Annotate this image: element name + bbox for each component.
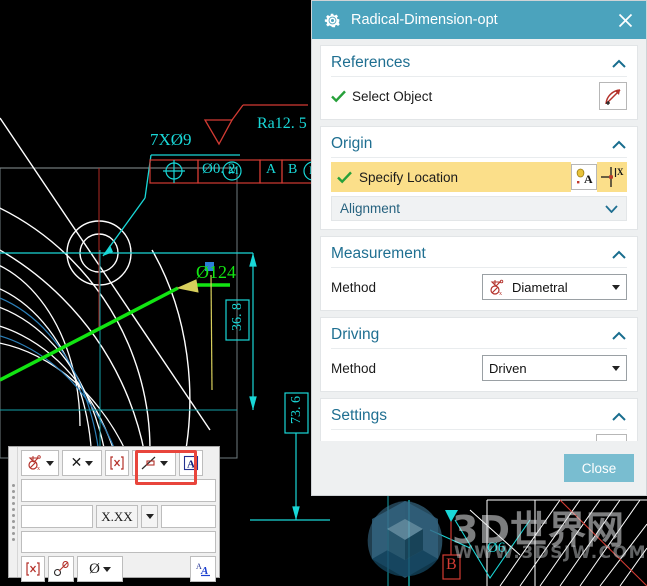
x-glyph: ✕	[70, 455, 83, 471]
close-button[interactable]: Close	[564, 454, 634, 482]
alignment-expander[interactable]: Alignment	[331, 196, 627, 221]
dialog-footer: Close	[312, 441, 646, 495]
toolbar-row5-spacer	[126, 556, 187, 582]
section-origin-header[interactable]: Origin	[331, 133, 627, 158]
toolbar-body: x ✕ A X.XX Ø A A	[18, 447, 219, 582]
toolbar-row-4	[21, 531, 216, 553]
toolbar-row-2	[21, 479, 216, 502]
chevron-down-icon	[612, 365, 620, 371]
svg-text:x: x	[37, 466, 40, 471]
toolbar-row-1: x ✕ A	[21, 450, 216, 476]
dialog-body: References Select Object Origin Specify …	[312, 39, 646, 441]
section-references-header[interactable]: References	[331, 52, 627, 77]
precision-dropdown-caret[interactable]	[141, 505, 158, 528]
annotation-text-icon[interactable]: A	[571, 164, 597, 190]
diameter-glyph: Ø	[89, 560, 100, 577]
diametral-icon: x	[490, 279, 504, 296]
section-origin-title: Origin	[331, 135, 373, 152]
dimension-quick-toolbar[interactable]: x ✕ A X.XX Ø A A	[8, 446, 220, 582]
toolbar-row-5: Ø A A	[21, 556, 216, 582]
svg-text:x: x	[499, 291, 502, 296]
chevron-up-icon[interactable]	[611, 408, 627, 424]
row-specify-location[interactable]: Specify Location A X	[331, 162, 627, 192]
chevron-down-icon	[85, 460, 94, 466]
row-select-object[interactable]: Select Object	[331, 81, 627, 111]
section-measurement: Measurement Method x Diametral	[320, 236, 638, 311]
driving-method-value: Driven	[489, 360, 527, 376]
section-references: References Select Object	[320, 45, 638, 120]
section-measurement-header[interactable]: Measurement	[331, 243, 627, 268]
row-settings: Settings A A	[331, 434, 627, 441]
chevron-up-icon[interactable]	[611, 55, 627, 71]
chevron-up-icon[interactable]	[611, 246, 627, 262]
section-references-title: References	[331, 54, 411, 71]
bracket-x-icon	[26, 562, 40, 576]
check-icon	[331, 90, 346, 102]
measurement-method-select[interactable]: x Diametral	[482, 274, 627, 300]
close-icon[interactable]	[614, 9, 636, 31]
svg-text:A: A	[187, 459, 195, 471]
prefix-field[interactable]	[21, 505, 93, 528]
font-settings-icon[interactable]: A A	[596, 434, 627, 441]
driving-method-label: Method	[331, 360, 377, 376]
section-driving-title: Driving	[331, 326, 380, 343]
chevron-down-icon	[102, 566, 111, 572]
section-driving-header[interactable]: Driving	[331, 324, 627, 349]
tolerance-field[interactable]	[21, 531, 216, 553]
diametral-icon: x	[27, 455, 41, 471]
driving-method-select[interactable]: Driven	[482, 355, 627, 381]
dialog-title: Radical-Dimension-opt	[351, 12, 498, 28]
dialog-title-bar[interactable]: Radical-Dimension-opt	[312, 1, 646, 39]
bracket-x-icon	[110, 456, 124, 470]
chevron-up-icon[interactable]	[611, 136, 627, 152]
font-settings-icon: A A	[196, 562, 210, 577]
circle-diameter-icon	[53, 561, 69, 577]
gear-icon	[324, 13, 340, 27]
measurement-method-label: Method	[331, 279, 377, 295]
measurement-method-dropdown[interactable]: x	[21, 450, 59, 476]
toolbar-row-3: X.XX	[21, 505, 216, 528]
section-measurement-title: Measurement	[331, 245, 426, 262]
section-driving: Driving Method Driven	[320, 317, 638, 392]
section-settings-header[interactable]: Settings	[331, 405, 627, 430]
specify-location-highlight[interactable]: Specify Location	[331, 162, 571, 192]
row-driving-method: Method Driven	[331, 353, 627, 383]
section-origin: Origin Specify Location A X Alignment	[320, 126, 638, 230]
chevron-up-icon[interactable]	[611, 327, 627, 343]
chevron-down-icon	[612, 284, 620, 290]
svg-text:X: X	[617, 167, 624, 177]
precision-value: X.XX	[101, 508, 133, 524]
select-object-label: Select Object	[352, 88, 433, 104]
measurement-method-value: Diametral	[512, 279, 568, 295]
clear-value-button[interactable]	[21, 556, 45, 582]
origin-point-icon[interactable]: X	[597, 162, 627, 192]
chevron-down-icon	[160, 460, 168, 466]
screen-root: 7XØ9 Ra12. 5 Ø0. 2 M A B M Ø124 36. 8 73…	[0, 0, 647, 586]
precision-dropdown[interactable]: X.XX	[96, 505, 138, 528]
dimension-text-field[interactable]	[21, 479, 216, 502]
suffix-field[interactable]	[161, 505, 216, 528]
text-style-button[interactable]: A A	[190, 556, 216, 582]
radial-dimension-dialog[interactable]: Radical-Dimension-opt References Select …	[311, 0, 647, 496]
section-settings: Settings Settings A A	[320, 398, 638, 441]
section-settings-title: Settings	[331, 407, 388, 424]
check-icon	[337, 171, 352, 183]
svg-text:A: A	[584, 172, 593, 186]
select-arc-object-icon[interactable]	[599, 82, 627, 110]
leader-line-icon	[141, 456, 156, 470]
reference-dimension-button[interactable]	[48, 556, 74, 582]
nominal-value-button[interactable]	[105, 450, 129, 476]
tolerance-type-dropdown[interactable]: ✕	[62, 450, 102, 476]
alignment-label: Alignment	[340, 201, 401, 216]
row-measurement-method: Method x Diametral	[331, 272, 627, 302]
specify-location-label: Specify Location	[359, 169, 459, 185]
dimension-style-dropdown[interactable]	[132, 450, 176, 476]
chevron-down-icon	[45, 460, 54, 466]
boxed-A-icon: A	[183, 455, 199, 471]
symbol-dropdown[interactable]: Ø	[77, 556, 123, 582]
chevron-down-icon	[605, 204, 618, 213]
chevron-down-icon	[145, 514, 154, 519]
toolbar-drag-handle[interactable]	[9, 447, 18, 577]
text-settings-button[interactable]: A	[179, 450, 203, 476]
